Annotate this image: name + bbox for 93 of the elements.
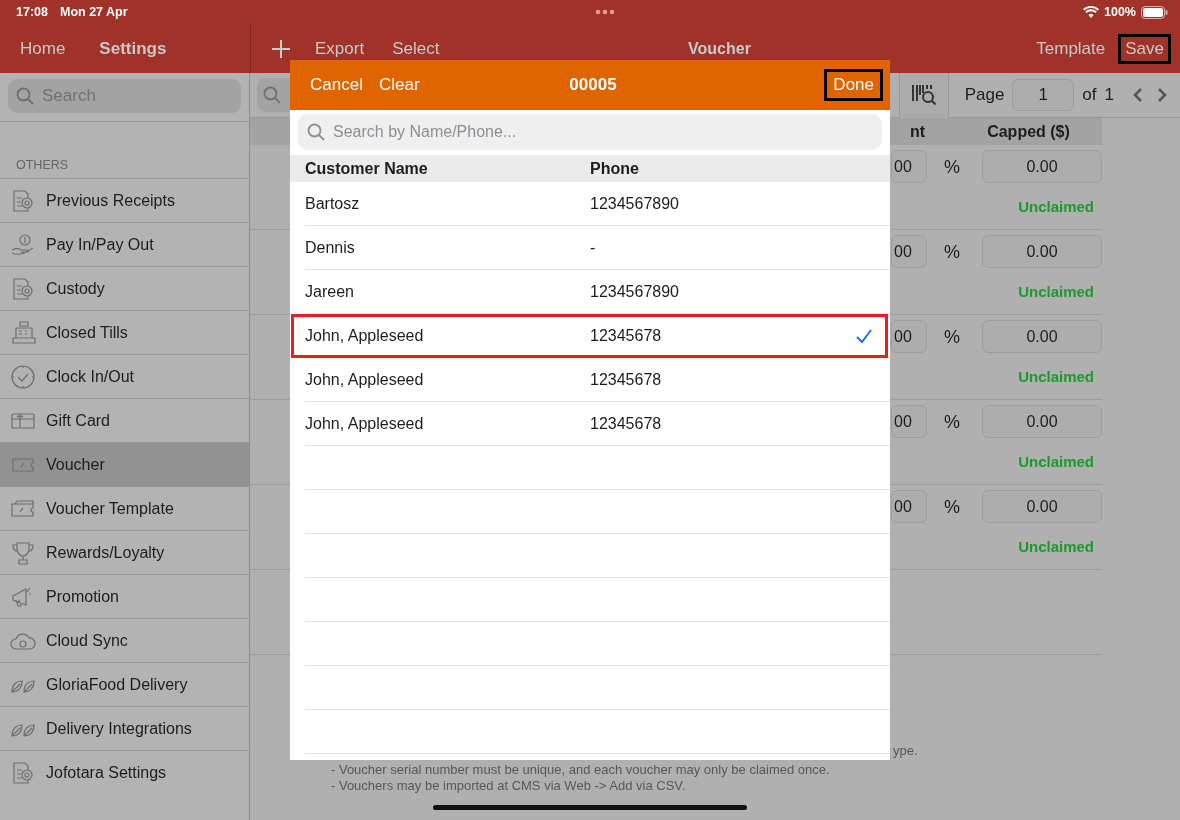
previous-icon[interactable]: [1132, 87, 1144, 103]
percent-unit: %: [943, 156, 961, 178]
dialog-title: 00005: [569, 75, 617, 95]
percent-unit: %: [943, 411, 961, 433]
next-icon[interactable]: [1156, 87, 1168, 103]
customer-row[interactable]: John, Appleseed 12345678: [305, 358, 890, 402]
amount-field[interactable]: 00: [891, 235, 927, 268]
sidebar-item[interactable]: Pay In/Pay Out: [0, 222, 249, 266]
sidebar-item[interactable]: Custody: [0, 266, 249, 310]
sidebar-title: Settings: [99, 38, 167, 59]
page-of-label: of: [1082, 85, 1097, 105]
amount-field[interactable]: 00: [891, 320, 927, 353]
customer-phone: 12345678: [590, 370, 663, 389]
receipt-icon: [10, 187, 36, 214]
customer-phone: 12345678: [590, 414, 663, 433]
barcode-search-icon: [910, 83, 937, 107]
receipt-icon: [10, 759, 36, 786]
battery-icon: [1141, 5, 1168, 19]
page-label: Page: [964, 85, 1005, 105]
customer-name: Bartosz: [305, 194, 361, 213]
save-button[interactable]: Save: [1121, 36, 1168, 61]
status-text: Unclaimed: [1018, 367, 1095, 387]
status-text: Unclaimed: [1018, 282, 1095, 302]
cash-register-icon: [10, 319, 36, 346]
page-number-field[interactable]: 1: [1012, 79, 1075, 111]
status-text: Unclaimed: [1018, 537, 1095, 557]
checkmark-icon: [856, 328, 872, 343]
capped-field[interactable]: 0.00: [982, 405, 1102, 438]
customer-row[interactable]: Jareen 1234567890: [305, 270, 890, 314]
template-button[interactable]: Template: [1032, 36, 1110, 61]
status-text: Unclaimed: [1018, 452, 1095, 472]
amount-field[interactable]: 00: [891, 490, 927, 523]
page-total: 1: [1104, 85, 1114, 105]
sidebar-item[interactable]: GloriaFood Delivery: [0, 662, 249, 706]
wifi-icon: [1083, 6, 1099, 18]
customer-name: John, Appleseed: [305, 370, 425, 389]
section-header: OTHERS: [0, 121, 249, 178]
search-icon: [307, 123, 325, 141]
note-text: ype.: [892, 742, 919, 759]
capped-field[interactable]: 0.00: [982, 235, 1102, 268]
note-text: - Vouchers may be imported at CMS via Web -> Add via CSV.: [331, 778, 687, 794]
capped-field[interactable]: 0.00: [982, 150, 1102, 183]
status-time: 17:08: [16, 5, 48, 19]
customer-phone: 1234567890: [590, 194, 680, 213]
customer-phone: -: [590, 238, 597, 257]
receipt-icon: [10, 275, 36, 302]
toolbar-button[interactable]: Select: [388, 36, 444, 61]
percent-unit: %: [943, 326, 961, 348]
customer-row[interactable]: John, Appleseed 12345678: [291, 314, 888, 358]
add-icon[interactable]: [271, 38, 291, 59]
customer-name: Dennis: [305, 238, 356, 257]
status-text: Unclaimed: [1018, 197, 1095, 217]
column-header: Capped ($): [986, 122, 1070, 141]
amount-field[interactable]: 00: [891, 150, 927, 183]
column-header: nt: [909, 122, 926, 141]
trophy-icon: [10, 539, 36, 566]
customer-name: Jareen: [305, 282, 355, 301]
sidebar-item[interactable]: Rewards/Loyalty: [0, 530, 249, 574]
sidebar-item[interactable]: Voucher Template: [0, 486, 249, 530]
status-date: Mon 27 Apr: [60, 5, 128, 19]
sidebar-item[interactable]: Jofotara Settings: [0, 750, 249, 794]
search-icon: [263, 86, 281, 104]
column-header: Customer Name: [305, 159, 429, 178]
note-text: - Voucher serial number must be unique, and each voucher may only be claimed once.: [331, 762, 831, 778]
capped-field[interactable]: 0.00: [982, 490, 1102, 523]
customer-name: John, Appleseed: [305, 326, 425, 345]
clock-icon: [10, 363, 36, 390]
sidebar-item[interactable]: Promotion: [0, 574, 249, 618]
battery-percent: 100%: [1104, 5, 1136, 19]
page-title: Voucher: [688, 39, 751, 58]
hand-coin-icon: [10, 231, 36, 258]
customer-name: John, Appleseed: [305, 414, 425, 433]
sidebar-item[interactable]: Previous Receipts: [0, 178, 249, 222]
customer-row[interactable]: Bartosz 1234567890: [305, 182, 890, 226]
capped-field[interactable]: 0.00: [982, 320, 1102, 353]
search-icon: [16, 87, 34, 105]
customer-row[interactable]: John, Appleseed 12345678: [305, 402, 890, 446]
customer-phone: 1234567890: [590, 282, 680, 301]
sidebar-item[interactable]: Cloud Sync: [0, 618, 249, 662]
sidebar-item[interactable]: Clock In/Out: [0, 354, 249, 398]
percent-unit: %: [943, 496, 961, 518]
sidebar-item[interactable]: Voucher: [0, 442, 249, 486]
multitasking-dots-icon: [595, 9, 616, 15]
barcode-scan-button[interactable]: [898, 72, 949, 118]
sidebar-item[interactable]: Delivery Integrations: [0, 706, 249, 750]
sidebar-item[interactable]: Closed Tills: [0, 310, 249, 354]
amount-field[interactable]: 00: [891, 405, 927, 438]
customer-row[interactable]: Dennis -: [305, 226, 890, 270]
percent-unit: %: [943, 241, 961, 263]
customer-phone: 12345678: [590, 326, 663, 345]
home-button[interactable]: Home: [16, 36, 70, 61]
toolbar-button[interactable]: Export: [311, 36, 369, 61]
column-header: Phone: [590, 159, 640, 178]
